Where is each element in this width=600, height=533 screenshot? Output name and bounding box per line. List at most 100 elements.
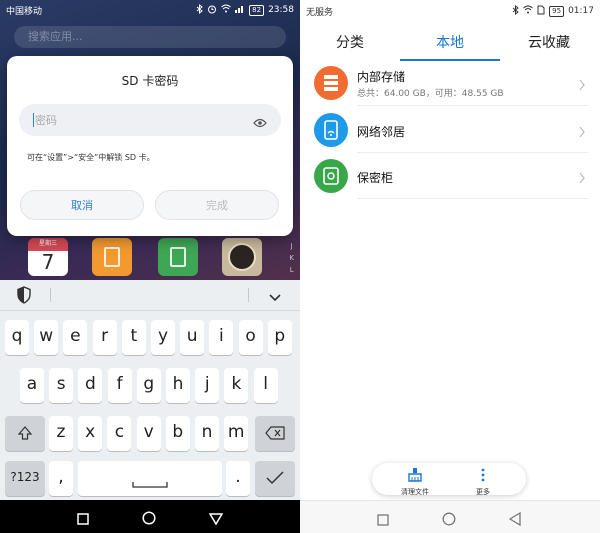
key-r[interactable]: r [92, 320, 117, 355]
backspace-key[interactable] [255, 416, 295, 451]
sd-card-password-dialog: SD 卡密码 密码 可在“设置”>“安全”中解锁 SD 卡。 取消 完成 [7, 56, 293, 236]
index-letter[interactable]: J [289, 240, 294, 252]
key-l[interactable]: l [253, 368, 278, 403]
tab-local[interactable]: 本地 [436, 32, 464, 52]
back-icon[interactable] [508, 511, 521, 530]
shift-arrow-icon [17, 426, 33, 440]
space-bar[interactable] [78, 461, 222, 496]
app-search-field[interactable]: 搜索应用... [14, 26, 286, 48]
network-neighborhood-icon [314, 113, 348, 147]
index-letter[interactable]: K [289, 252, 294, 264]
carrier-label: 无服务 [306, 7, 334, 18]
key-p[interactable]: p [267, 320, 292, 355]
right-screenshot: 无服务 95 01:17 分类 本地 云收藏 内部存储 总共：64.00 GB，… [300, 0, 600, 533]
home-icon[interactable] [142, 510, 156, 529]
clock-label: 23:58 [268, 5, 294, 15]
cancel-button[interactable]: 取消 [20, 190, 144, 220]
alarm-icon [207, 4, 217, 17]
key-c[interactable]: c [107, 416, 132, 451]
safe-box-icon [314, 159, 348, 193]
broom-icon [407, 467, 423, 486]
key-a[interactable]: a [20, 368, 44, 403]
key-m[interactable]: m [224, 416, 249, 451]
clock-app-icon[interactable] [222, 238, 262, 276]
key-d[interactable]: d [78, 368, 103, 403]
status-bar: 中国移动 82 23:58 [0, 0, 300, 20]
recent-apps-icon[interactable] [77, 510, 89, 529]
eye-icon[interactable] [253, 113, 267, 132]
check-icon [266, 471, 284, 485]
list-item-internal-storage[interactable]: 内部存储 总共：64.00 GB，可用：48.55 GB [300, 60, 600, 106]
more-label: 更多 [476, 488, 490, 496]
bottom-action-bar: 清理文件 更多 [372, 463, 526, 497]
key-x[interactable]: x [78, 416, 103, 451]
calendar-weekday: 星期三 [38, 240, 57, 247]
period-key[interactable]: . [226, 461, 250, 496]
bluetooth-icon [512, 4, 519, 18]
key-y[interactable]: y [151, 320, 175, 355]
navigation-bar [0, 500, 300, 533]
clean-files-label: 清理文件 [401, 488, 429, 496]
list-item-safe-box[interactable]: 保密柜 [300, 153, 600, 199]
numbers-symbols-key[interactable]: ?123 [5, 461, 45, 496]
more-vertical-icon [480, 467, 486, 486]
tab-categories[interactable]: 分类 [336, 32, 364, 52]
shift-key[interactable] [5, 416, 45, 451]
list-item-network-neighborhood[interactable]: 网络邻居 [300, 107, 600, 153]
clock-label: 01:17 [568, 6, 594, 16]
hide-keyboard-chevron-icon[interactable] [268, 288, 282, 307]
key-i[interactable]: i [209, 320, 234, 355]
toolbar-divider [50, 288, 51, 302]
chevron-right-icon [578, 76, 586, 95]
comma-key[interactable]: , [49, 461, 73, 496]
key-k[interactable]: k [224, 368, 249, 403]
sim-card-icon [104, 247, 120, 267]
back-icon[interactable] [208, 510, 224, 529]
key-j[interactable]: j [195, 368, 220, 403]
tab-cloud-favorites[interactable]: 云收藏 [528, 32, 570, 52]
wifi-icon [523, 5, 533, 17]
password-placeholder: 密码 [35, 114, 57, 127]
calendar-day: 7 [41, 250, 55, 274]
key-z[interactable]: z [49, 416, 73, 451]
space-bar-icon [132, 482, 168, 488]
sim-toolkit-2-app-icon[interactable] [158, 238, 198, 276]
soft-keyboard: q w e r t y u i o p a s d f g h j k l z x c v b n m ?123,. [0, 280, 300, 500]
key-q[interactable]: q [5, 320, 29, 355]
done-button[interactable]: 完成 [155, 190, 279, 220]
item-label: 保密柜 [357, 171, 394, 185]
carrier-label: 中国移动 [6, 6, 43, 17]
alphabet-index[interactable]: J K L [289, 240, 294, 276]
sim-toolkit-app-icon[interactable] [92, 238, 132, 276]
key-h[interactable]: h [166, 368, 190, 403]
home-icon[interactable] [442, 511, 456, 530]
navigation-bar [300, 500, 600, 533]
calendar-app-icon[interactable]: 星期三 7 [28, 238, 68, 276]
key-s[interactable]: s [49, 368, 74, 403]
clean-files-button[interactable]: 清理文件 [390, 467, 440, 497]
key-f[interactable]: f [107, 368, 132, 403]
item-label: 网络邻居 [357, 125, 406, 139]
key-w[interactable]: w [34, 320, 59, 355]
item-label: 内部存储 [357, 70, 406, 84]
index-letter[interactable]: L [289, 264, 294, 276]
key-v[interactable]: v [136, 416, 161, 451]
more-button[interactable]: 更多 [458, 467, 508, 497]
dialog-title: SD 卡密码 [121, 74, 179, 88]
key-n[interactable]: n [195, 416, 219, 451]
password-input[interactable]: 密码 [19, 104, 281, 136]
key-u[interactable]: u [180, 320, 205, 355]
key-g[interactable]: g [136, 368, 161, 403]
key-t[interactable]: t [121, 320, 146, 355]
text-cursor [33, 113, 34, 127]
enter-key[interactable] [255, 461, 295, 496]
key-o[interactable]: o [238, 320, 263, 355]
bluetooth-icon [196, 3, 203, 17]
internal-storage-icon [314, 66, 348, 100]
chevron-right-icon [578, 169, 586, 188]
recent-apps-icon[interactable] [377, 511, 389, 530]
sim-card-icon [170, 247, 186, 267]
key-e[interactable]: e [63, 320, 88, 355]
key-b[interactable]: b [165, 416, 190, 451]
left-screenshot: 中国移动 82 23:58 搜索应用... 星期三 7 J K L SD 卡密码… [0, 0, 300, 533]
